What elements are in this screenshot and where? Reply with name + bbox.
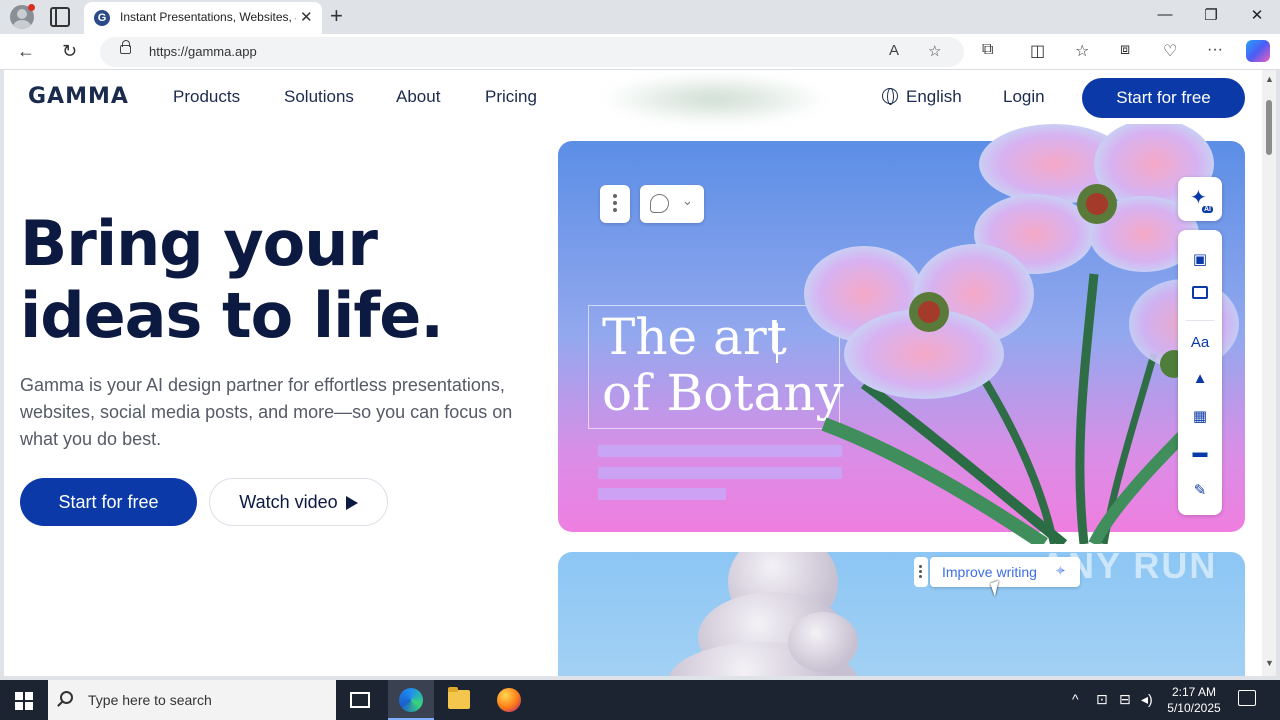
- browser-tab-active[interactable]: G Instant Presentations, Websites, & ✕: [84, 2, 322, 34]
- card-add-icon[interactable]: ▣: [1178, 250, 1222, 268]
- restore-icon[interactable]: ❐: [1188, 6, 1234, 24]
- url-field[interactable]: https://gamma.app A ☆: [100, 37, 964, 67]
- network-icon[interactable]: ⊟: [1119, 691, 1131, 708]
- tray-device-icon[interactable]: ⊡: [1096, 691, 1108, 708]
- embed-icon[interactable]: ▬: [1178, 444, 1222, 461]
- scroll-down-icon[interactable]: ▼: [1265, 658, 1274, 668]
- taskbar-search[interactable]: Type here to search: [48, 680, 336, 720]
- edit-icon[interactable]: ✎: [1178, 481, 1222, 499]
- lock-icon[interactable]: [120, 40, 131, 54]
- play-icon: [345, 496, 358, 510]
- collections-icon[interactable]: ⧈: [1120, 41, 1130, 59]
- ai-assist-button[interactable]: ✦ AI: [1178, 177, 1222, 221]
- notification-dot: [28, 4, 35, 11]
- back-icon[interactable]: ←: [17, 41, 35, 62]
- clock-time: 2:17 AM: [1171, 685, 1217, 699]
- page-scrollbar[interactable]: ▲ ▼: [1262, 70, 1276, 676]
- volume-icon[interactable]: ◂): [1141, 691, 1153, 708]
- globe-icon: [882, 88, 898, 105]
- hero-subtitle: Gamma is your AI design partner for effo…: [20, 375, 513, 449]
- anyrun-watermark: ANY RUN: [1040, 545, 1218, 586]
- read-aloud-icon[interactable]: A: [889, 42, 899, 59]
- favorites-icon[interactable]: ☆: [1075, 41, 1089, 61]
- card-menu-button[interactable]: [600, 185, 630, 223]
- taskbar-edge[interactable]: [388, 680, 434, 720]
- text-caret: [776, 323, 778, 363]
- hero-title: Bring your ideas to life.: [20, 208, 540, 352]
- edge-icon: [399, 688, 423, 712]
- watch-video-button[interactable]: Watch video: [209, 478, 388, 526]
- cloud-shape: [788, 612, 858, 672]
- search-icon: [60, 691, 73, 704]
- image-icon[interactable]: ▲: [1178, 370, 1222, 387]
- gamma-favicon-icon: G: [94, 10, 110, 26]
- improve-menu-button[interactable]: [914, 557, 928, 587]
- favorite-star-icon[interactable]: ☆: [928, 42, 941, 60]
- windows-start-icon[interactable]: [15, 692, 33, 710]
- scroll-up-icon[interactable]: ▲: [1265, 74, 1274, 84]
- improve-writing-label: Improve writing: [942, 564, 1037, 580]
- watch-video-label: Watch video: [239, 492, 338, 512]
- tab-actions-icon[interactable]: [50, 7, 70, 27]
- minimize-icon[interactable]: —: [1142, 6, 1188, 23]
- file-explorer-icon[interactable]: [448, 687, 470, 709]
- decorative-blur: [600, 74, 830, 124]
- url-text[interactable]: https://gamma.app: [149, 44, 257, 59]
- hero-title-line-1: Bring your: [20, 207, 378, 280]
- video-icon[interactable]: ▦: [1178, 407, 1222, 425]
- card-side-toolbar: ▣ Aa ▲ ▦ ▬ ✎: [1178, 230, 1222, 515]
- scroll-thumb[interactable]: [1266, 100, 1272, 155]
- task-view-icon[interactable]: [350, 692, 370, 708]
- header-start-for-free-button[interactable]: Start for free: [1082, 78, 1245, 118]
- browser-tab-bar: G Instant Presentations, Websites, & ✕ +…: [0, 0, 1280, 34]
- clock-date: 5/10/2025: [1167, 701, 1221, 715]
- copilot-icon[interactable]: [1246, 40, 1270, 62]
- firefox-icon[interactable]: [497, 688, 521, 712]
- tab-title: Instant Presentations, Websites, &: [120, 10, 296, 24]
- gamma-logo[interactable]: GAMMA: [28, 84, 129, 109]
- ai-badge: AI: [1202, 206, 1213, 213]
- notification-center-icon[interactable]: [1238, 690, 1256, 706]
- system-clock[interactable]: 2:17 AM 5/10/2025: [1163, 684, 1225, 716]
- start-for-free-button[interactable]: Start for free: [20, 478, 197, 526]
- login-link[interactable]: Login: [1003, 87, 1045, 107]
- placeholder-line: [598, 488, 726, 500]
- split-screen-icon[interactable]: ◫: [1030, 41, 1045, 61]
- toolbar-divider: [1186, 320, 1214, 321]
- taskbar-search-placeholder: Type here to search: [88, 692, 212, 708]
- nav-products[interactable]: Products: [173, 87, 240, 107]
- language-selector[interactable]: English: [882, 87, 962, 107]
- more-icon[interactable]: ···: [1207, 41, 1223, 59]
- new-tab-icon[interactable]: +: [330, 3, 343, 29]
- kebab-icon: [613, 194, 617, 198]
- chevron-down-icon: ⌄: [682, 193, 693, 208]
- text-style-icon[interactable]: Aa: [1178, 334, 1222, 351]
- close-icon[interactable]: ✕: [300, 8, 313, 26]
- hero-title-line-2: ideas to life.: [20, 279, 444, 352]
- palette-icon: [650, 194, 669, 213]
- layout-icon[interactable]: [1178, 286, 1222, 303]
- nav-pricing[interactable]: Pricing: [485, 87, 537, 107]
- windows-taskbar: Type here to search ^ ⊡ ⊟ ◂) 2:17 AM 5/1…: [0, 680, 1280, 720]
- theme-palette-button[interactable]: ⌄: [640, 185, 704, 223]
- performance-icon[interactable]: ♡: [1163, 41, 1177, 61]
- tray-chevron-up-icon[interactable]: ^: [1072, 691, 1079, 707]
- language-label: English: [906, 87, 962, 106]
- window-close-icon[interactable]: ✕: [1234, 6, 1280, 24]
- nav-solutions[interactable]: Solutions: [284, 87, 354, 107]
- refresh-icon[interactable]: ↻: [62, 41, 77, 62]
- extensions-icon[interactable]: ⧉: [982, 41, 993, 59]
- nav-about[interactable]: About: [396, 87, 440, 107]
